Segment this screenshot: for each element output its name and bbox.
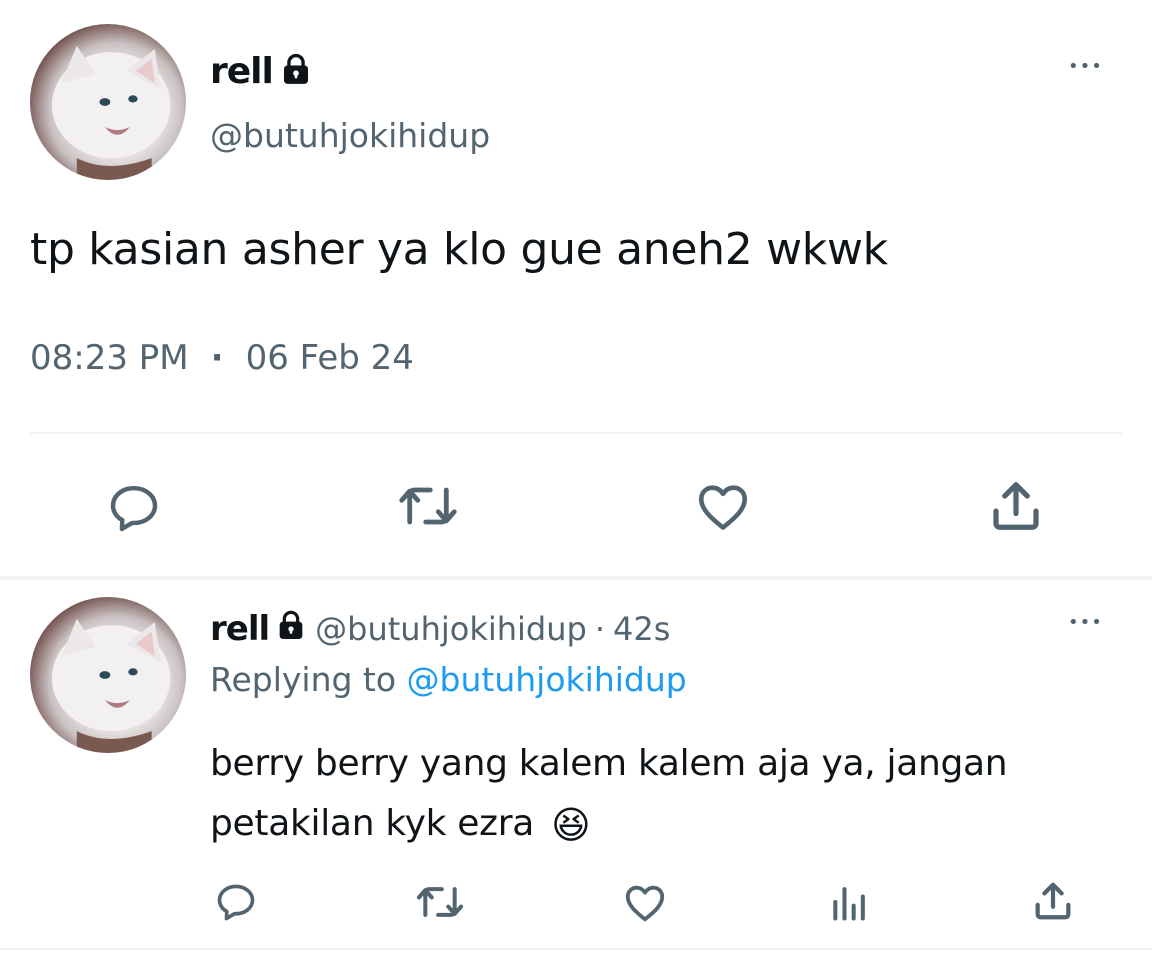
replying-to-handle[interactable]: @butuhjokihidup [407,660,687,699]
reply-text-line: petakilan kyk ezra 😆 [210,794,1007,854]
reply-text-line: berry berry yang kalem kalem aja ya, jan… [210,743,1008,784]
retweet-button[interactable] [396,478,460,534]
share-icon [1035,882,1071,920]
divider [30,432,1122,434]
like-button[interactable] [694,478,752,536]
analytics-icon [833,887,865,921]
bottom-divider [0,948,1152,950]
author-name-row[interactable]: rell [210,48,313,94]
reply-icon [217,884,255,921]
more-icon: ••• [1068,612,1103,633]
reply-button[interactable] [106,480,162,536]
replying-to: Replying to @butuhjokihidup [210,660,687,699]
reply-text: berry berry yang kalem kalem aja ya, jan… [210,734,1008,854]
tweet-text: tp kasian asher ya klo gue aneh2 wkwk [30,224,888,275]
author-handle[interactable]: @butuhjokihidup [315,610,587,648]
reply-icon [110,485,158,532]
display-name[interactable]: rell [210,609,270,649]
replying-to-label: Replying to [210,660,397,699]
separator-dot: · [210,338,224,378]
retweet-icon [399,487,457,525]
avatar[interactable] [30,24,186,180]
separator-dot: · [594,610,605,648]
author-handle[interactable]: @butuhjokihidup [210,116,490,155]
retweet-icon [416,887,464,917]
tweet-date: 06 Feb 24 [245,338,414,378]
laughing-emoji: 😆 [551,803,591,847]
more-icon: ••• [1068,56,1103,77]
avatar[interactable] [30,597,186,753]
reply-text-content: petakilan kyk ezra [210,803,535,844]
lock-icon [275,609,307,650]
share-icon [993,482,1039,530]
heart-icon [625,885,665,922]
more-options-button[interactable]: ••• [1068,56,1103,77]
lock-icon [279,52,313,90]
tweet-time: 08:23 PM [30,338,189,378]
like-button[interactable] [622,880,668,926]
views-button[interactable] [828,880,872,924]
more-options-button[interactable]: ••• [1068,612,1103,633]
retweet-button[interactable] [414,880,466,924]
section-divider [0,576,1152,580]
reply-button[interactable] [214,880,258,924]
display-name[interactable]: rell [210,51,274,92]
tweet-age[interactable]: 42s [613,610,670,648]
tweet-timestamp[interactable]: 08:23 PM · 06 Feb 24 [30,338,414,378]
reply-header: rell @butuhjokihidup · 42s [210,606,670,652]
share-button[interactable] [986,476,1046,536]
share-button[interactable] [1030,878,1076,924]
heart-icon [698,485,748,530]
